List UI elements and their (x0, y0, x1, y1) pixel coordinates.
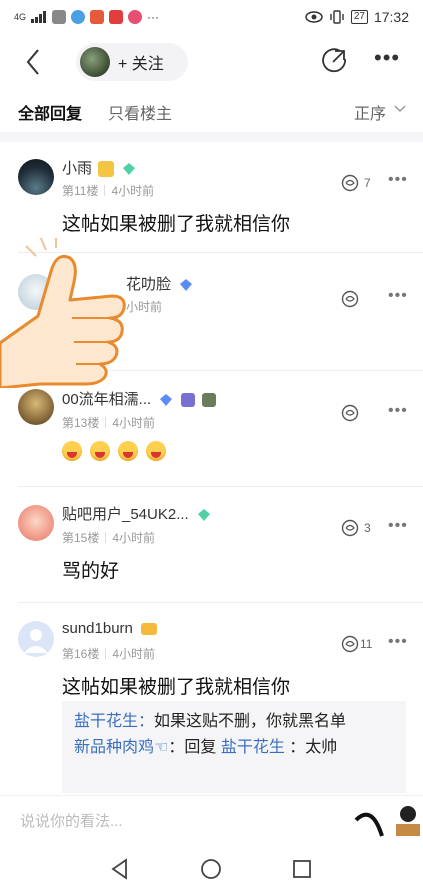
like-count: 11 (360, 637, 373, 651)
reply-time: 4小时前 (112, 531, 156, 545)
level-badge-icon (160, 394, 173, 407)
avatar[interactable] (18, 621, 54, 657)
like-icon[interactable] (340, 518, 360, 538)
avatar[interactable] (18, 389, 54, 425)
more-icon[interactable]: ••• (374, 47, 404, 72)
like-icon[interactable] (340, 634, 360, 654)
level-badge-icon (180, 279, 193, 292)
like-icon[interactable] (340, 289, 360, 309)
reply-more-icon[interactable]: ••• (388, 517, 408, 535)
like-icon[interactable] (340, 173, 360, 193)
reply-meta: 第15楼 4小时前 (62, 529, 155, 546)
nav-back-icon[interactable] (108, 857, 132, 881)
default-avatar-icon (24, 629, 48, 653)
sub-reply-user[interactable]: 新品种肉鸡 (74, 739, 154, 756)
sticker-icon[interactable] (352, 800, 422, 840)
thumbs-up-sticker-icon (0, 238, 126, 388)
zodiac-badge-icon (201, 393, 216, 408)
floor-number: 第13楼 (62, 416, 100, 430)
section-divider (0, 132, 423, 142)
tab-op-only[interactable]: 只看楼主 (108, 100, 172, 124)
sub-reply-text: ：回复 (168, 739, 217, 756)
avatar[interactable] (18, 505, 54, 541)
nav-home-icon[interactable] (199, 857, 223, 881)
notification-app-icon (52, 10, 67, 24)
hand-emoji-icon: ☜ (154, 739, 169, 756)
signal-icon (31, 11, 47, 23)
system-nav-bar (0, 843, 423, 895)
username[interactable]: 00流年相濡... (62, 388, 216, 409)
notification-app-icon (109, 10, 124, 24)
chevron-down-icon[interactable] (394, 103, 406, 115)
sort-order-button[interactable]: 正序 (354, 100, 386, 124)
sub-reply[interactable]: 新品种肉鸡☜：回复 盐干花生 ：太帅 (74, 735, 394, 761)
reply-meta: 第13楼 4小时前 (62, 414, 155, 431)
sub-reply-user[interactable]: 盐干花生： (74, 713, 154, 730)
avatar[interactable] (18, 159, 54, 195)
floor-number: 第15楼 (62, 531, 100, 545)
reply-time: 4小时前 (112, 647, 156, 661)
beer-icon (98, 161, 115, 178)
like-icon[interactable] (340, 403, 360, 423)
emoji-icon (146, 441, 166, 461)
eye-icon (305, 11, 323, 23)
floor-number: 第11楼 (62, 184, 99, 198)
network-indicator: 4G (14, 12, 27, 22)
reply-divider (18, 602, 423, 603)
level-badge-icon (123, 163, 136, 176)
reply-more-icon[interactable]: ••• (388, 402, 408, 420)
reply-time: 4小时前 (112, 416, 156, 430)
username[interactable]: sund1burn (62, 620, 158, 637)
zodiac-badge-icon (180, 393, 195, 408)
reply-more-icon[interactable]: ••• (388, 633, 408, 651)
emoji-icon (62, 441, 82, 461)
follow-label: + 关注 (118, 56, 164, 73)
level-badge-icon (197, 509, 210, 522)
share-icon[interactable] (320, 47, 348, 75)
forum-avatar (80, 47, 110, 77)
battery-icon: 27 (350, 10, 368, 24)
reply-meta: 第16楼 4小时前 (62, 645, 155, 662)
back-icon[interactable] (20, 46, 48, 78)
notification-app-icon (90, 10, 105, 24)
reply-divider (18, 486, 423, 487)
reply-time: 4小时前 (111, 184, 155, 198)
like-count: 7 (364, 176, 371, 190)
like-count: 3 (364, 521, 371, 535)
reply-content: 这帖如果被删了我就相信你 (62, 677, 291, 698)
username[interactable]: 花叻脸 (126, 273, 193, 294)
sub-replies-box[interactable]: 盐干花生：如果这贴不删，你就黑名单 新品种肉鸡☜：回复 盐干花生 ：太帅 (62, 701, 406, 793)
reply-content: 骂的好 (62, 561, 120, 582)
nav-recents-icon[interactable] (290, 857, 314, 881)
emoji-icon (118, 441, 138, 461)
comment-input[interactable]: 说说你的看法... (20, 810, 123, 831)
level-badge-icon (141, 623, 158, 636)
notification-app-icon (71, 10, 86, 24)
emoji-icon (90, 441, 110, 461)
username[interactable]: 小雨 (62, 157, 136, 178)
sub-reply-text: ：太帅 (289, 739, 338, 756)
username[interactable]: 贴吧用户_54UK2... (62, 503, 211, 524)
tab-all-replies[interactable]: 全部回复 (18, 100, 83, 136)
reply-content: 这帖如果被删了我就相信你 (62, 214, 291, 235)
vibrate-icon (330, 10, 344, 24)
more-notifications-icon: ··· (147, 10, 160, 24)
clock: 17:32 (373, 9, 409, 25)
follow-button[interactable]: + 关注 (76, 43, 188, 81)
floor-number: 第16楼 (62, 647, 100, 661)
sub-reply[interactable]: 盐干花生：如果这贴不删，你就黑名单 (74, 709, 394, 735)
comment-input-bar: 说说你的看法... (0, 795, 423, 843)
notification-app-icon (128, 10, 143, 24)
emoji-row (62, 441, 166, 461)
reply-meta: 第11楼 4小时前 (62, 182, 154, 199)
top-nav-bar: + 关注 ••• (0, 34, 423, 90)
status-bar: 4G ··· 27 17:32 (0, 0, 423, 34)
sub-reply-text: 如果这贴不删，你就黑名单 (154, 713, 347, 730)
mention-link[interactable]: 盐干花生 (221, 739, 285, 756)
reply-more-icon[interactable]: ••• (388, 287, 408, 305)
reply-more-icon[interactable]: ••• (388, 171, 408, 189)
reply-tabs: 全部回复 只看楼主 正序 (0, 90, 423, 136)
